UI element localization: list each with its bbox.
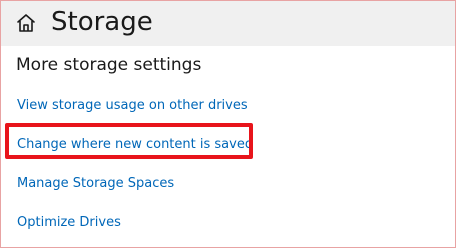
view-storage-usage-link[interactable]: View storage usage on other drives	[17, 97, 248, 115]
manage-storage-spaces-link[interactable]: Manage Storage Spaces	[17, 175, 174, 193]
highlight-annotation-box	[5, 123, 253, 159]
settings-window: Storage More storage settings View stora…	[0, 0, 456, 248]
page-header: Storage	[1, 1, 455, 46]
optimize-drives-link[interactable]: Optimize Drives	[17, 214, 121, 232]
page-title: Storage	[51, 7, 153, 37]
home-icon[interactable]	[15, 12, 37, 34]
section-heading: More storage settings	[16, 55, 202, 75]
